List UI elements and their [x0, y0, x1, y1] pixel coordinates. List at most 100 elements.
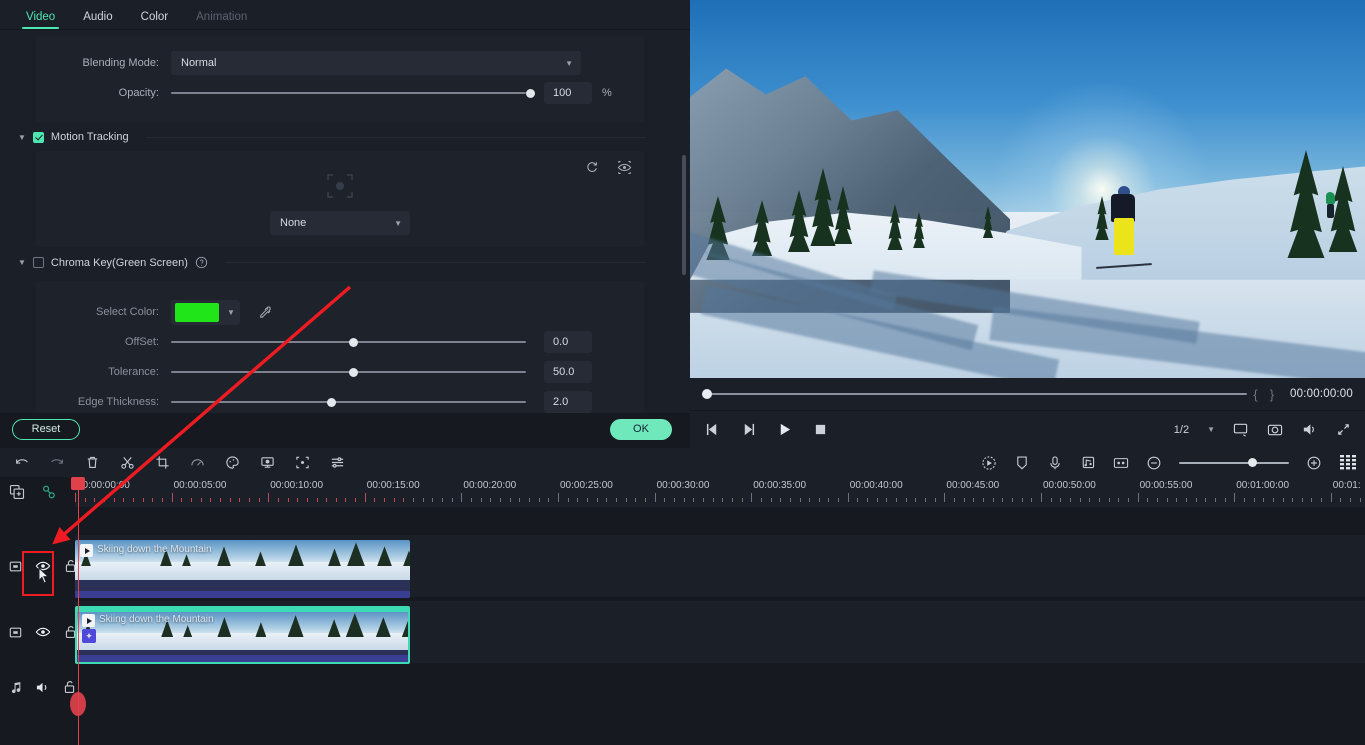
timeline-zoom-slider[interactable] [1179, 457, 1289, 469]
play-icon[interactable] [776, 422, 792, 438]
motion-tracking-checkbox[interactable] [32, 131, 44, 143]
green-screen-icon[interactable] [259, 455, 275, 471]
properties-scrollbar[interactable] [682, 155, 686, 275]
offset-slider[interactable] [171, 334, 526, 350]
split-icon[interactable] [119, 455, 135, 471]
audio-track-1-lane[interactable] [75, 667, 1365, 707]
chroma-key-panel: Select Color: ▼ OffSet: 0.0 Tolerance: 5… [36, 281, 644, 413]
timeline-zoom-knob[interactable] [1248, 458, 1258, 467]
motion-tracking-preset-select[interactable]: None ▼ [270, 211, 410, 235]
link-icon[interactable] [41, 484, 57, 500]
chroma-key-checkbox[interactable] [32, 257, 44, 268]
ruler-label: 00:00:35:00 [753, 480, 807, 491]
mark-out-icon[interactable]: } [1270, 387, 1274, 402]
opacity-slider-knob[interactable] [526, 88, 535, 98]
edge-thickness-slider-knob[interactable] [327, 397, 337, 407]
player-scrubber[interactable] [702, 387, 1248, 401]
music-note-icon[interactable] [9, 679, 22, 695]
reset-icon[interactable] [584, 159, 600, 175]
caret-down-icon[interactable]: ▼ [18, 258, 26, 267]
playback-quality-select[interactable]: 1/2 ▼ [1174, 424, 1215, 436]
help-icon[interactable] [195, 256, 208, 269]
delete-icon[interactable] [84, 455, 100, 471]
offset-value-box[interactable]: 0.0 [544, 331, 592, 353]
redo-icon[interactable] [49, 455, 65, 471]
eyedropper-icon[interactable] [258, 304, 274, 320]
edge-thickness-slider-track [171, 401, 526, 403]
color-icon[interactable] [224, 455, 240, 471]
tolerance-slider[interactable] [171, 364, 526, 380]
speaker-icon[interactable] [35, 679, 50, 695]
volume-icon[interactable] [1301, 422, 1317, 438]
ok-button[interactable]: OK [610, 418, 672, 440]
tab-video[interactable]: Video [12, 11, 69, 29]
clip-video-badge [82, 614, 95, 627]
mark-in-icon[interactable]: { [1253, 387, 1257, 402]
tab-color[interactable]: Color [127, 11, 182, 29]
fullscreen-icon[interactable] [1335, 422, 1351, 438]
microphone-icon[interactable] [1047, 455, 1063, 471]
speed-icon[interactable] [189, 455, 205, 471]
marker-icon[interactable] [1014, 455, 1030, 471]
track-type-icon[interactable] [9, 624, 22, 640]
audio-track-1 [0, 667, 1365, 707]
offset-slider-knob[interactable] [348, 337, 358, 347]
color-swatch-select[interactable]: ▼ [171, 299, 240, 325]
track-type-icon[interactable] [9, 558, 22, 574]
playback-quality-value: 1/2 [1173, 423, 1190, 436]
zoom-out-button[interactable] [1146, 455, 1162, 471]
preview-skier-2-body [1326, 192, 1335, 204]
video-track-2-header [0, 601, 76, 663]
caret-down-icon[interactable]: ▼ [18, 133, 26, 142]
tolerance-value-box[interactable]: 50.0 [544, 361, 592, 383]
tolerance-slider-knob[interactable] [348, 367, 358, 377]
player-timecode[interactable]: 00:00:00:00 [1290, 388, 1353, 400]
crop-icon[interactable] [154, 455, 170, 471]
player-scrubber-knob[interactable] [702, 389, 712, 399]
select-color-label: Select Color: [96, 306, 159, 318]
ruler-label: 00:00:50:00 [1043, 480, 1096, 491]
video-preview[interactable] [690, 0, 1365, 378]
tab-animation[interactable]: Animation [182, 11, 261, 29]
zoom-in-button[interactable] [1306, 455, 1322, 471]
grid-icon[interactable] [1339, 454, 1357, 471]
chevron-down-icon: ▼ [394, 218, 402, 228]
effect-icon[interactable]: ✦ [82, 629, 96, 643]
edge-thickness-value-box[interactable]: 2.0 [544, 391, 592, 413]
preview-skier-legs [1114, 218, 1134, 255]
video-track-2-lane[interactable]: ✦ Skiing down the Mountain [75, 601, 1365, 664]
previous-frame-icon[interactable] [704, 422, 720, 438]
undo-icon[interactable] [14, 455, 30, 471]
eye-target-icon[interactable] [616, 159, 632, 175]
voiceover-icon[interactable] [1080, 455, 1096, 471]
record-icon[interactable] [981, 455, 997, 471]
tab-audio[interactable]: Audio [69, 11, 126, 29]
reset-button[interactable]: Reset [12, 418, 80, 440]
blending-mode-select[interactable]: Normal ▼ [171, 51, 581, 75]
stop-icon[interactable] [812, 422, 828, 438]
player-controls: 1/2 ▼ [690, 410, 1365, 448]
adjust-icon[interactable] [329, 455, 345, 471]
duplicate-icon[interactable] [9, 484, 25, 500]
video-editor-window: Video Audio Color Animation Blending Mod… [0, 0, 1365, 745]
opacity-slider-track [171, 92, 526, 94]
opacity-slider[interactable] [171, 85, 535, 101]
chroma-color-swatch[interactable] [175, 302, 219, 322]
motion-tracking-preset-value: None [280, 217, 307, 229]
next-frame-icon[interactable] [740, 422, 756, 438]
clip-track-1[interactable]: Skiing down the Mountain [75, 540, 410, 598]
divider [224, 262, 646, 263]
detect-icon[interactable] [294, 455, 310, 471]
clip-track-2[interactable]: ✦ Skiing down the Mountain [75, 606, 410, 664]
split-view-icon[interactable] [1113, 455, 1129, 471]
snapshot-icon[interactable] [1267, 422, 1283, 438]
blending-mode-label: Blending Mode: [82, 57, 159, 69]
video-track-1-lane[interactable]: Skiing down the Mountain [75, 535, 1365, 598]
playhead-marker[interactable] [70, 692, 86, 716]
edge-thickness-slider[interactable] [171, 394, 526, 410]
opacity-value-box[interactable]: 100 [544, 82, 592, 104]
monitor-icon[interactable] [1233, 422, 1249, 438]
ruler-label: 00:00:30:00 [656, 480, 710, 491]
eye-icon[interactable] [35, 624, 51, 640]
timeline-ruler[interactable]: 00:00:00:00 00:00:05:00 00:00:10:00 00:00:1… [75, 477, 1365, 507]
